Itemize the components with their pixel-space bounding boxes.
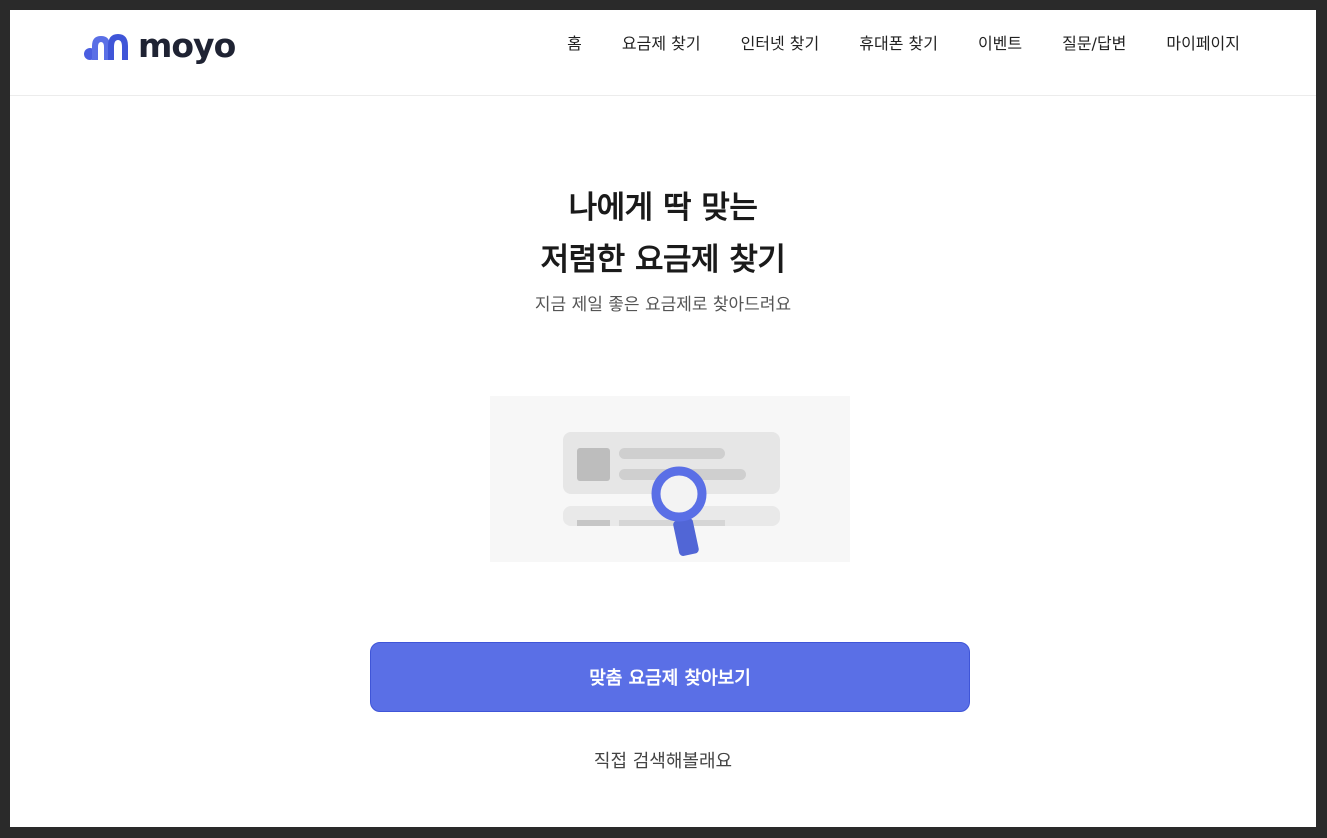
magnifier-over-list-icon xyxy=(563,432,780,556)
page: moyo 홈 요금제 찾기 인터넷 찾기 휴대폰 찾기 이벤트 질문/답변 마이… xyxy=(10,10,1316,827)
logo[interactable]: moyo xyxy=(82,26,236,65)
nav-item-qna[interactable]: 질문/답변 xyxy=(1042,34,1146,54)
nav-item-find-internet[interactable]: 인터넷 찾기 xyxy=(721,34,840,54)
nav-item-mypage[interactable]: 마이페이지 xyxy=(1146,34,1250,54)
nav-item-find-phone[interactable]: 휴대폰 찾기 xyxy=(839,34,958,54)
moyo-logo-icon xyxy=(84,34,128,60)
nav-item-find-plan[interactable]: 요금제 찾기 xyxy=(602,34,721,54)
main-nav: 홈 요금제 찾기 인터넷 찾기 휴대폰 찾기 이벤트 질문/답변 마이페이지 xyxy=(547,34,1250,54)
nav-item-home[interactable]: 홈 xyxy=(547,34,602,54)
nav-item-event[interactable]: 이벤트 xyxy=(958,34,1042,54)
plan-search-illustration xyxy=(490,396,850,562)
hero-title-line1: 나에게 딱 맞는 xyxy=(568,190,758,226)
hero-title-line2: 저렴한 요금제 찾기 xyxy=(540,242,786,278)
direct-search-link[interactable]: 직접 검색해볼래요 xyxy=(10,747,1316,773)
find-custom-plan-button[interactable]: 맞춤 요금제 찾아보기 xyxy=(370,642,970,712)
hero-subtitle: 지금 제일 좋은 요금제로 찾아드려요 xyxy=(534,295,792,315)
header: moyo 홈 요금제 찾기 인터넷 찾기 휴대폰 찾기 이벤트 질문/답변 마이… xyxy=(10,10,1316,96)
logo-wordmark: moyo xyxy=(138,26,236,65)
